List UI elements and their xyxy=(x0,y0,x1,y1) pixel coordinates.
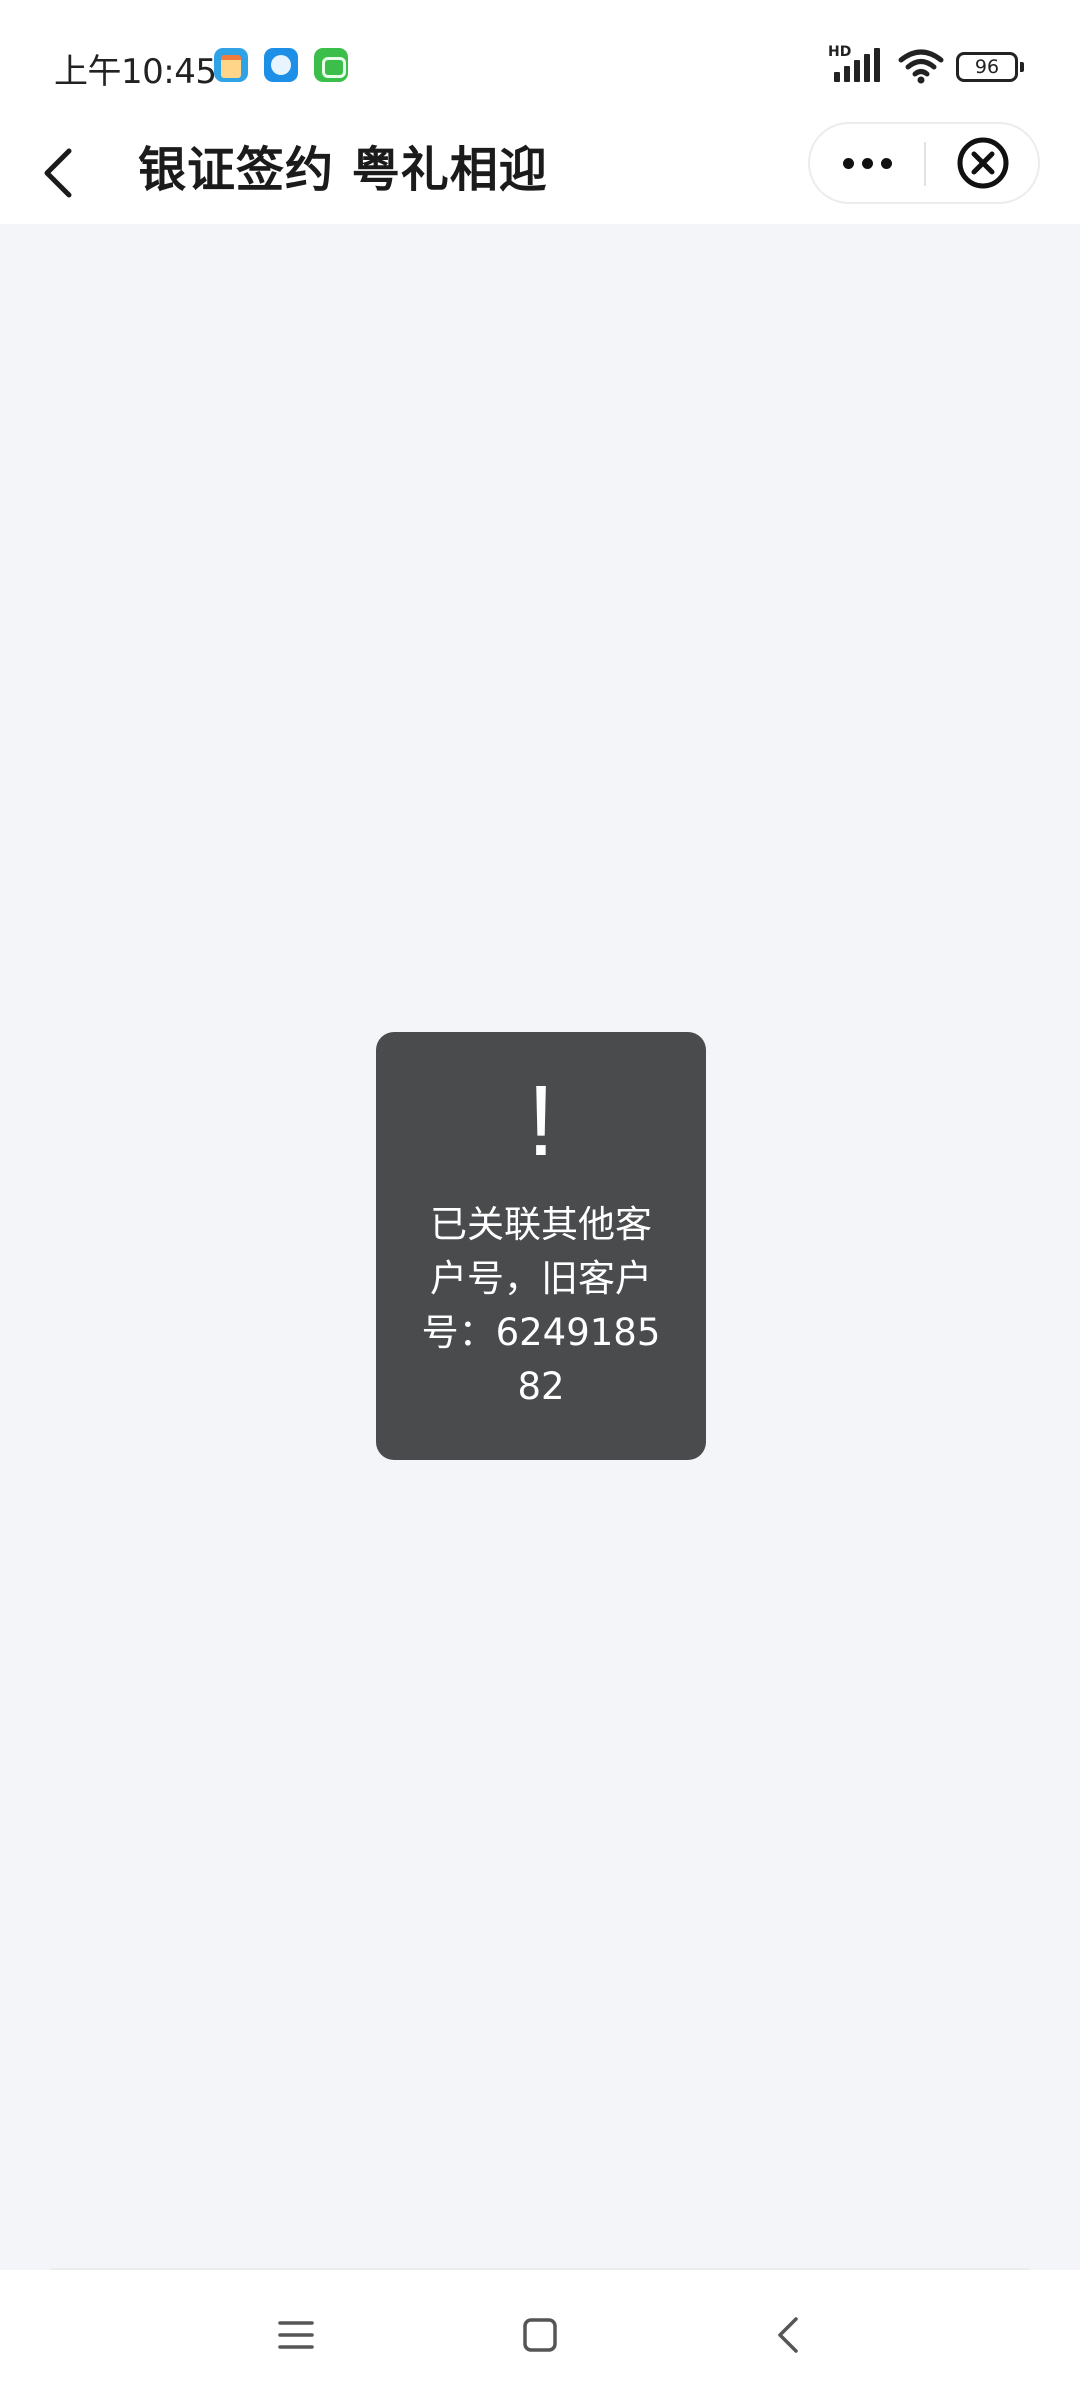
toast-message: 已关联其他客户号，旧客户号：624918582 xyxy=(421,1203,661,1408)
more-options-button[interactable] xyxy=(810,124,924,202)
home-button[interactable] xyxy=(500,2300,580,2370)
exclamation-icon: ! xyxy=(527,1065,555,1177)
error-toast: ! 已关联其他客户号，旧客户号：624918582 xyxy=(376,1032,706,1460)
close-circle-icon xyxy=(957,137,1009,189)
status-time: 上午10:45 xyxy=(54,52,217,92)
robot-app-icon xyxy=(314,48,348,82)
status-bar: 上午10:45 HD 96 xyxy=(0,0,1080,120)
back-chevron-icon xyxy=(778,2317,798,2353)
network-label: HD xyxy=(828,44,852,60)
back-button[interactable] xyxy=(24,138,94,208)
chevron-left-icon xyxy=(44,148,72,198)
mini-program-nav-bar: 银证签约 粤礼相迎 xyxy=(0,120,1080,224)
capsule-menu xyxy=(808,122,1040,204)
home-square-icon xyxy=(523,2318,557,2352)
battery-icon: 96 xyxy=(956,52,1024,82)
menu-icon xyxy=(278,2321,314,2349)
page-title: 银证签约 粤礼相迎 xyxy=(138,142,548,198)
cellular-signal-icon: HD xyxy=(828,44,884,82)
recent-apps-button[interactable] xyxy=(256,2300,336,2370)
messenger-icon xyxy=(264,48,298,82)
system-navigation-bar xyxy=(0,2270,1080,2400)
system-back-button[interactable] xyxy=(748,2300,828,2370)
wifi-icon xyxy=(898,48,944,84)
calendar-icon xyxy=(214,48,248,82)
more-dots-icon xyxy=(842,157,854,169)
close-mini-program-button[interactable] xyxy=(926,124,1040,202)
